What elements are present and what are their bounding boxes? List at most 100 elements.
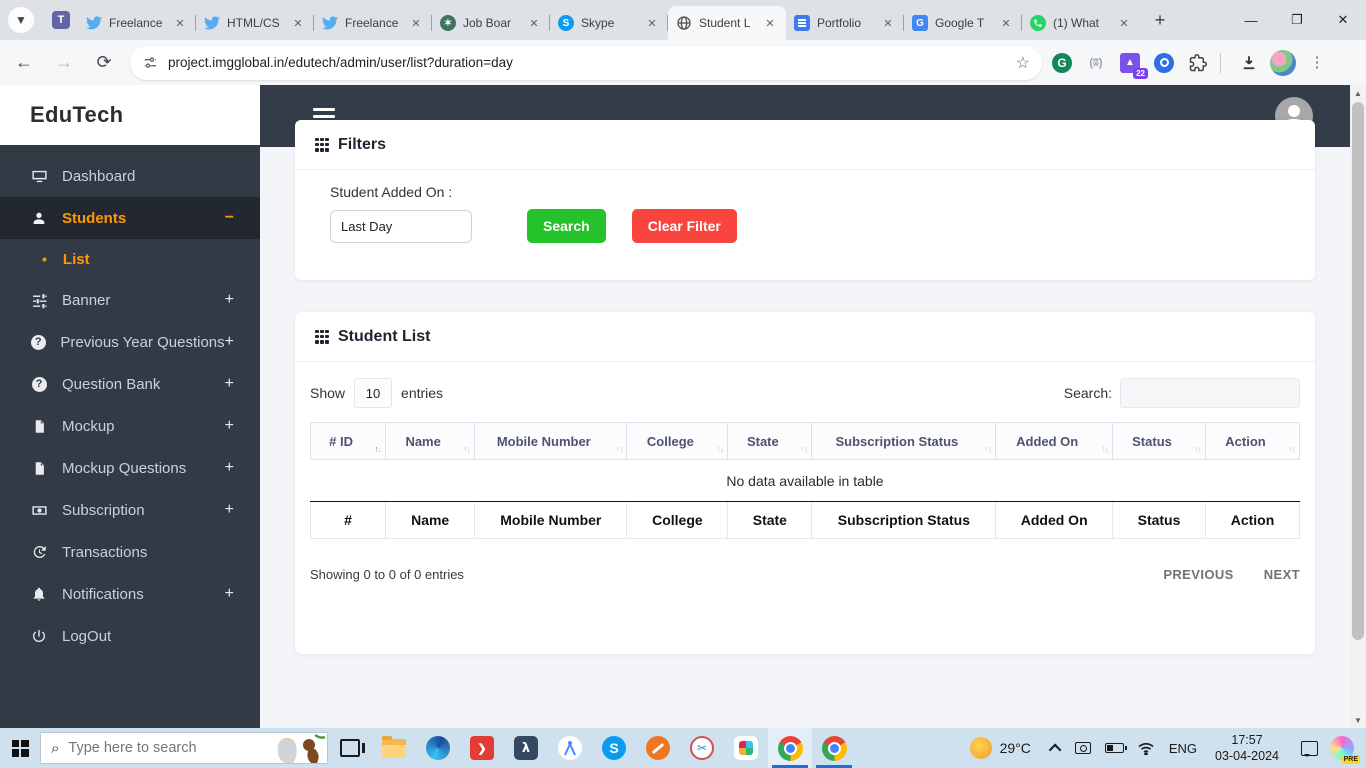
tab-jobboard[interactable]: ✶ Job Boar ✕ bbox=[432, 6, 550, 40]
sidebar-item-banner[interactable]: Banner + bbox=[0, 279, 260, 321]
column-header[interactable]: Status ↑↓ bbox=[1112, 422, 1206, 460]
language-indicator[interactable]: ENG bbox=[1169, 741, 1197, 756]
student-added-on-select[interactable] bbox=[330, 209, 472, 243]
expand-icon[interactable]: + bbox=[225, 333, 234, 351]
page-size-select[interactable]: 10 bbox=[354, 378, 393, 408]
pgadmin-icon[interactable]: 𝝺 bbox=[504, 728, 548, 768]
tab-portfolio[interactable]: Portfolio ✕ bbox=[786, 6, 904, 40]
sidebar-item-notifications[interactable]: Notifications + bbox=[0, 573, 260, 615]
pinned-tab-teams[interactable]: T bbox=[44, 3, 78, 37]
column-header[interactable]: Added On ↑↓ bbox=[995, 422, 1114, 460]
sidebar-item-subscription[interactable]: Subscription + bbox=[0, 489, 260, 531]
close-icon[interactable]: ✕ bbox=[880, 15, 896, 31]
expand-icon[interactable]: + bbox=[225, 585, 234, 603]
sidebar-item-transactions[interactable]: Transactions bbox=[0, 531, 260, 573]
sidebar-item-students[interactable]: Students − bbox=[0, 197, 260, 239]
close-icon[interactable]: ✕ bbox=[172, 15, 188, 31]
close-icon[interactable]: ✕ bbox=[408, 15, 424, 31]
scroll-down-icon[interactable]: ▼ bbox=[1350, 712, 1366, 728]
url-text[interactable]: project.imgglobal.in/edutech/admin/user/… bbox=[168, 55, 1016, 70]
tab-freelance-2[interactable]: Freelance ✕ bbox=[314, 6, 432, 40]
tab-whatsapp[interactable]: (1) What ✕ bbox=[1022, 6, 1140, 40]
sidebar-item-dashboard[interactable]: Dashboard bbox=[0, 155, 260, 197]
grammarly-extension-icon[interactable]: G bbox=[1048, 49, 1076, 77]
expand-icon[interactable]: + bbox=[225, 375, 234, 393]
battery-icon[interactable] bbox=[1104, 743, 1127, 753]
browser-menu-icon[interactable]: ⋮ bbox=[1303, 49, 1331, 77]
tab-htmlcss[interactable]: HTML/CS ✕ bbox=[196, 6, 314, 40]
extensions-puzzle-icon[interactable] bbox=[1184, 49, 1212, 77]
expand-icon[interactable]: + bbox=[225, 417, 234, 435]
site-settings-icon[interactable] bbox=[142, 55, 158, 71]
address-bar[interactable]: project.imgglobal.in/edutech/admin/user/… bbox=[130, 45, 1042, 80]
previous-page-button[interactable]: PREVIOUS bbox=[1163, 567, 1233, 582]
chrome-icon-active[interactable] bbox=[768, 728, 812, 768]
table-search-input[interactable] bbox=[1120, 378, 1300, 408]
taskbar-search[interactable]: ⌕ bbox=[40, 732, 328, 764]
search-button[interactable]: Search bbox=[527, 209, 606, 243]
tab-student-list-active[interactable]: Student L ✕ bbox=[668, 6, 786, 40]
close-icon[interactable]: ✕ bbox=[998, 15, 1014, 31]
column-header[interactable]: Name ↑↓ bbox=[385, 422, 476, 460]
sidebar-item-logout[interactable]: LogOut bbox=[0, 615, 260, 657]
weather-widget[interactable]: 29°C bbox=[969, 737, 1031, 759]
compass-app-icon[interactable] bbox=[548, 728, 592, 768]
chrome-icon-2[interactable] bbox=[812, 728, 856, 768]
clear-filter-button[interactable]: Clear Filter bbox=[631, 209, 737, 243]
scrollbar-thumb[interactable] bbox=[1352, 102, 1364, 640]
wayback-extension-icon[interactable]: (ʬ) bbox=[1082, 49, 1110, 77]
column-header[interactable]: Subscription Status ↑↓ bbox=[811, 422, 997, 460]
sidebar-item-mockup-questions[interactable]: Mockup Questions + bbox=[0, 447, 260, 489]
column-header[interactable]: Mobile Number ↑↓ bbox=[474, 422, 628, 460]
purple-extension-icon[interactable]: ▲ 22 bbox=[1116, 49, 1148, 79]
sidebar-item-question-bank[interactable]: ? Question Bank + bbox=[0, 363, 260, 405]
column-header[interactable]: # ID ↑↓ bbox=[309, 422, 387, 460]
tab-google-translate[interactable]: G Google T ✕ bbox=[904, 6, 1022, 40]
copilot-icon[interactable]: PRE bbox=[1330, 736, 1360, 764]
column-header[interactable]: College ↑↓ bbox=[626, 422, 729, 460]
file-explorer-icon[interactable] bbox=[372, 728, 416, 768]
forward-icon[interactable]: → bbox=[48, 47, 80, 79]
tray-chevron-up-icon[interactable] bbox=[1048, 743, 1062, 756]
slack-icon[interactable] bbox=[724, 728, 768, 768]
taskbar-clock[interactable]: 17:57 03-04-2024 bbox=[1215, 732, 1279, 765]
sidebar-item-list[interactable]: • List bbox=[0, 239, 260, 279]
close-icon[interactable]: ✕ bbox=[290, 15, 306, 31]
window-minimize-button[interactable]: — bbox=[1228, 0, 1274, 40]
download-icon[interactable] bbox=[1235, 49, 1263, 77]
column-header[interactable]: Action ↑↓ bbox=[1205, 422, 1301, 460]
back-icon[interactable]: ← bbox=[8, 47, 40, 79]
blue-extension-icon[interactable] bbox=[1150, 49, 1178, 77]
reload-icon[interactable]: ⟳ bbox=[88, 47, 120, 79]
profile-avatar[interactable] bbox=[1269, 49, 1297, 77]
window-close-button[interactable]: ✕ bbox=[1320, 0, 1366, 40]
snipping-tool-icon[interactable]: ✂ bbox=[680, 728, 724, 768]
skype-icon[interactable]: S bbox=[592, 728, 636, 768]
task-view-icon[interactable] bbox=[328, 728, 372, 768]
bookmark-star-icon[interactable]: ☆ bbox=[1016, 53, 1030, 73]
expand-icon[interactable]: + bbox=[225, 291, 234, 309]
taskbar-search-input[interactable] bbox=[68, 740, 219, 756]
notification-center-icon[interactable] bbox=[1301, 740, 1318, 757]
expand-icon[interactable]: + bbox=[225, 501, 234, 519]
orange-app-icon[interactable] bbox=[636, 728, 680, 768]
close-icon[interactable]: ✕ bbox=[526, 15, 542, 31]
close-icon[interactable]: ✕ bbox=[762, 15, 778, 31]
window-restore-button[interactable]: ❐ bbox=[1274, 0, 1320, 40]
tab-freelance-1[interactable]: Freelance ✕ bbox=[78, 6, 196, 40]
page-scrollbar[interactable]: ▲ ▼ bbox=[1350, 85, 1366, 728]
red-dev-app-icon[interactable]: ❯ bbox=[460, 728, 504, 768]
expand-icon[interactable]: + bbox=[225, 459, 234, 477]
start-button[interactable] bbox=[0, 728, 40, 768]
wifi-icon[interactable] bbox=[1138, 742, 1154, 755]
sidebar-item-previous-year-questions[interactable]: ? Previous Year Questions + bbox=[0, 321, 260, 363]
new-tab-button[interactable]: + bbox=[1146, 6, 1174, 34]
collapse-icon[interactable]: − bbox=[225, 209, 234, 227]
column-header[interactable]: State ↑↓ bbox=[727, 422, 813, 460]
close-icon[interactable]: ✕ bbox=[1116, 15, 1132, 31]
tab-search-chevron-icon[interactable]: ▼ bbox=[8, 7, 34, 33]
edge-icon[interactable] bbox=[416, 728, 460, 768]
screen-cast-icon[interactable] bbox=[1074, 742, 1091, 754]
sidebar-item-mockup[interactable]: Mockup + bbox=[0, 405, 260, 447]
tab-skype[interactable]: S Skype ✕ bbox=[550, 6, 668, 40]
